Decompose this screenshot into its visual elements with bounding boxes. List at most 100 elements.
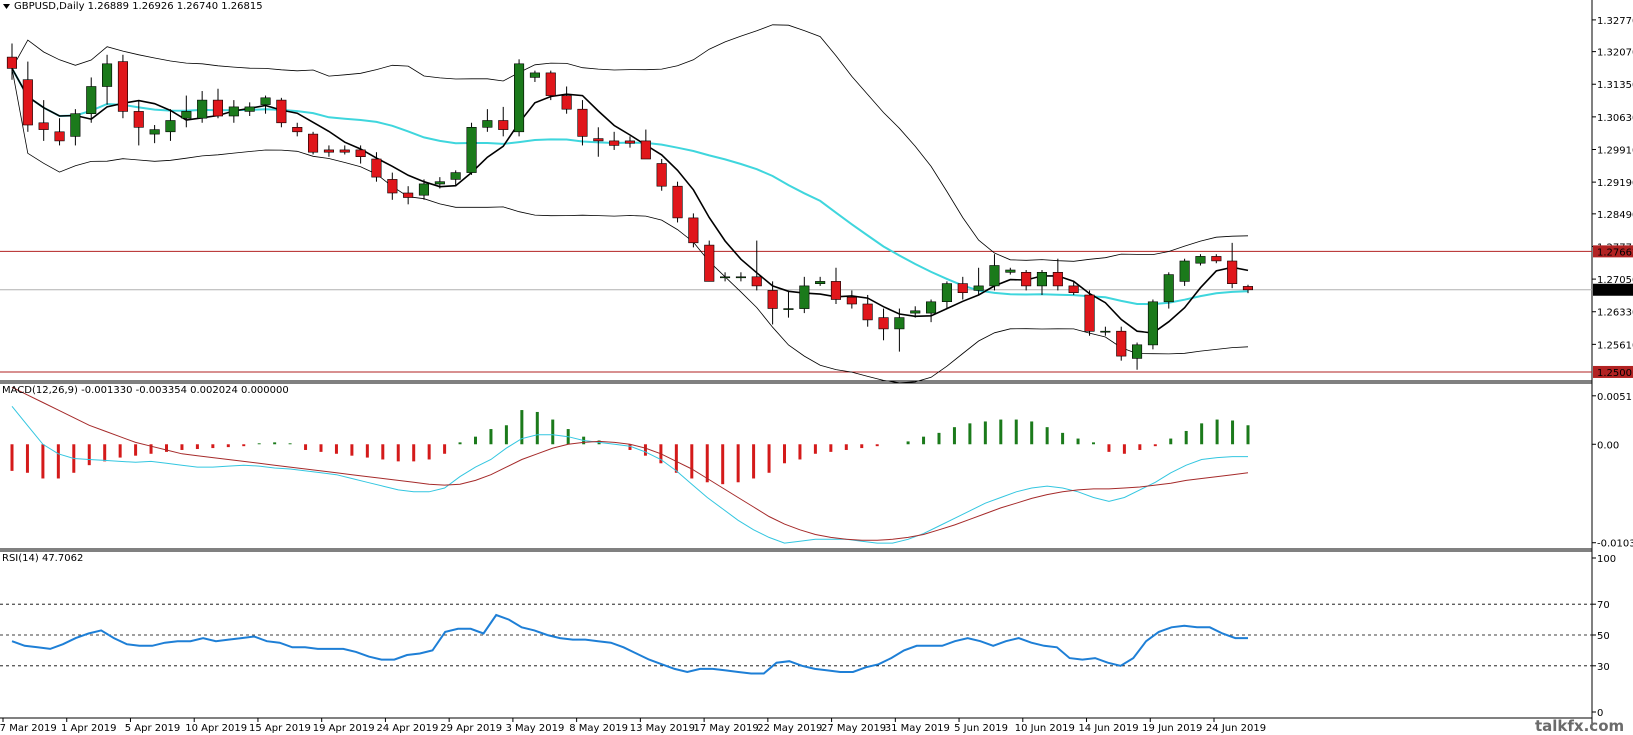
time-axis-label: 5 Jun 2019 (954, 723, 1008, 734)
candle-body (593, 138, 604, 142)
time-axis-label: 15 Apr 2019 (249, 723, 311, 734)
candle (1211, 254, 1222, 264)
macd-axis-label: 0.0051 (1597, 392, 1632, 403)
time-axis-label: 10 Apr 2019 (185, 723, 247, 734)
candle-body (181, 111, 192, 119)
rsi-axis-label: 100 (1597, 554, 1616, 565)
candle (1021, 270, 1032, 291)
rsi-axis-label: 70 (1597, 600, 1610, 611)
time-axis-label: 22 May 2019 (757, 723, 822, 734)
candle (529, 70, 541, 82)
price-axis-label: 1.29910 (1597, 145, 1633, 156)
candle (102, 54, 113, 105)
candle (181, 95, 192, 128)
candle (1116, 326, 1127, 361)
price-axis-label: 1.32070 (1597, 48, 1633, 59)
rsi-header: RSI(14) 47.7062 (2, 553, 83, 564)
candle-body (371, 158, 382, 178)
candle (624, 136, 636, 148)
candle-body (244, 106, 255, 112)
macd-header: MACD(12,26,9) -0.001330 -0.003354 0.0020… (2, 385, 289, 396)
macd-signal-line (11, 386, 1249, 541)
collapse-triangle-icon[interactable] (3, 4, 10, 9)
candle-body (86, 86, 97, 115)
time-axis-label: 10 Jun 2019 (1015, 723, 1075, 734)
time-axis-label: 24 Jun 2019 (1206, 723, 1266, 734)
rsi-panel (0, 603, 1592, 675)
candle (1195, 254, 1206, 266)
candle-body (1147, 301, 1158, 346)
candle (387, 172, 398, 200)
candle (482, 109, 493, 132)
candle-body (862, 303, 873, 321)
candle-body (577, 108, 588, 137)
candle-body (498, 120, 509, 130)
candle-body (846, 296, 857, 305)
candle-body (133, 111, 144, 128)
candle (815, 276, 826, 286)
time-axis-label: 8 May 2019 (569, 723, 628, 734)
candle-body (656, 163, 667, 187)
candle-body (165, 120, 176, 133)
candle-body (307, 133, 319, 153)
candle-body (1163, 274, 1174, 303)
candle (1100, 326, 1111, 336)
candle-body (212, 99, 223, 117)
candle (165, 109, 176, 141)
time-axis-label: 27 May 2019 (821, 723, 886, 734)
price-header: GBPUSD,Daily 1.26889 1.26926 1.26740 1.2… (14, 1, 263, 12)
candle-body (1052, 271, 1063, 287)
candle-body (1179, 260, 1190, 282)
candle (783, 290, 794, 318)
watermark: talkfx.com (1535, 717, 1624, 735)
candle (1036, 270, 1047, 295)
candle-body (704, 244, 715, 282)
candle (70, 109, 81, 146)
candle (941, 281, 953, 309)
candle (117, 54, 128, 119)
time-axis-label: 1 Apr 2019 (61, 723, 116, 734)
candle-body (403, 192, 414, 198)
candle-body (989, 265, 1000, 287)
level-badge-0-label: 1.27662 (1597, 247, 1633, 258)
candle-body (70, 113, 81, 137)
candle-body (323, 149, 335, 153)
candle-body (149, 129, 160, 135)
candle (403, 186, 414, 205)
candle-body (941, 283, 953, 303)
candle-body (260, 97, 271, 105)
macd-line (11, 405, 1248, 544)
candle-body (894, 317, 905, 330)
candle-body (228, 106, 239, 117)
time-axis-label: 13 May 2019 (630, 723, 695, 734)
candle-body (102, 63, 113, 87)
candle-body (1068, 285, 1079, 293)
candle (228, 100, 239, 123)
candle (339, 145, 350, 155)
candle-body (276, 99, 287, 124)
candle-body (418, 183, 430, 196)
candle-body (624, 140, 636, 144)
candle (1005, 267, 1016, 275)
candle-body (197, 99, 208, 119)
candle (1132, 342, 1143, 370)
axes: 1.32770 1.32070 1.31350 1.30630 1.29910 1.291… (0, 16, 1633, 734)
candle-body (815, 281, 826, 284)
candle-body (513, 63, 525, 133)
candle (989, 254, 1000, 291)
candle-body (292, 127, 303, 133)
candle (846, 290, 857, 309)
candle (323, 145, 335, 157)
time-axis-label: 19 Apr 2019 (313, 723, 375, 734)
candle-body (450, 172, 461, 180)
price-axis-label: 1.32770 (1597, 16, 1633, 27)
candle (54, 118, 65, 146)
candle-body (434, 181, 445, 185)
time-axis-label: 5 Apr 2019 (125, 723, 180, 734)
candle-body (735, 276, 747, 279)
current-price-badge-label: 1.26815 (1597, 286, 1633, 297)
candle-body (355, 149, 366, 157)
candle (751, 240, 762, 291)
candle (735, 272, 747, 282)
candle-body (1195, 256, 1206, 264)
